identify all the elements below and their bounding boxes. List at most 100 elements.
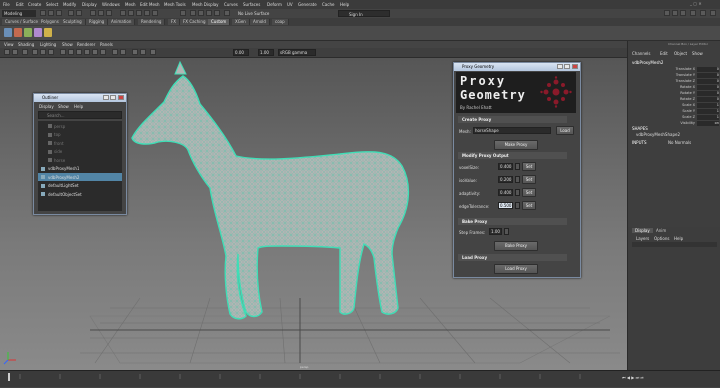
- shelf-tab-coap[interactable]: coap: [272, 19, 289, 25]
- time-slider[interactable]: ⏮ ◀ ▶ ⏭ ⏯: [0, 370, 720, 387]
- magnet-icon[interactable]: [224, 10, 230, 16]
- xray-icon[interactable]: [112, 49, 118, 55]
- load-proxy-button[interactable]: Load Proxy: [494, 264, 538, 274]
- toggle-layout-icon[interactable]: [710, 10, 716, 16]
- undo-icon[interactable]: [68, 10, 74, 16]
- render-settings-icon[interactable]: [206, 10, 212, 16]
- wireframe-on-shaded-icon[interactable]: [76, 49, 82, 55]
- bake-proxy-section[interactable]: Bake Proxy: [458, 218, 567, 225]
- layer-menu-help[interactable]: Help: [674, 236, 683, 241]
- channel-value[interactable]: 0: [697, 97, 719, 102]
- layer-tab-anim[interactable]: Anim: [656, 228, 666, 233]
- menu-mesh-display[interactable]: Mesh Display: [192, 2, 219, 7]
- modify-proxy-section[interactable]: Modify Proxy Output: [458, 152, 567, 159]
- save-scene-icon[interactable]: [56, 10, 62, 16]
- object-name[interactable]: vdbProxyMesh2: [632, 60, 663, 65]
- menu-surfaces[interactable]: Surfaces: [243, 2, 260, 7]
- shelf-tab-rendering[interactable]: Rendering: [138, 19, 166, 25]
- select-component-icon[interactable]: [106, 10, 112, 16]
- mesh-input[interactable]: horseShape: [473, 127, 551, 134]
- outliner-search-input[interactable]: Search...: [38, 111, 122, 119]
- outliner-menu-help[interactable]: Help: [74, 104, 83, 109]
- bake-proxy-button[interactable]: Bake Proxy: [494, 241, 538, 251]
- channel-value[interactable]: 0: [697, 85, 719, 90]
- panel-menu-renderer[interactable]: Renderer: [77, 42, 95, 47]
- shelf-tool-4-icon[interactable]: [34, 28, 42, 37]
- outliner-item[interactable]: front: [38, 139, 122, 147]
- menu-windows[interactable]: Windows: [102, 2, 120, 7]
- load-proxy-section[interactable]: Load Proxy: [458, 254, 567, 261]
- channel-box-tab-edit[interactable]: Edit: [660, 51, 668, 56]
- outliner-maximize-button[interactable]: [110, 95, 116, 100]
- new-scene-icon[interactable]: [40, 10, 46, 16]
- shelf-tab-custom[interactable]: Custom: [208, 19, 231, 25]
- menu-mesh[interactable]: Mesh: [125, 2, 136, 7]
- proxy-close-button[interactable]: [572, 64, 578, 69]
- toggle-tool-settings-icon[interactable]: [672, 10, 678, 16]
- proxy-maximize-button[interactable]: [564, 64, 570, 69]
- grid-toggle-icon[interactable]: [32, 49, 38, 55]
- channel-box-tab-show[interactable]: Show: [692, 51, 703, 56]
- outliner-item[interactable]: top: [38, 131, 122, 139]
- toggle-attribute-editor-icon[interactable]: [664, 10, 670, 16]
- select-hierarchy-icon[interactable]: [90, 10, 96, 16]
- camera-icon[interactable]: [4, 49, 10, 55]
- smooth-shade-icon[interactable]: [68, 49, 74, 55]
- layer-tab-display[interactable]: Display: [632, 228, 653, 233]
- snap-point-icon[interactable]: [136, 10, 142, 16]
- create-proxy-section[interactable]: Create Proxy: [458, 116, 567, 123]
- menu-uv[interactable]: UV: [287, 2, 293, 7]
- outliner-item[interactable]: vdbProxyMesh2: [38, 173, 122, 181]
- outliner-item[interactable]: horse: [38, 156, 122, 164]
- menu-edit[interactable]: Edit: [16, 2, 24, 7]
- shelf-tab-rigging[interactable]: Rigging: [86, 19, 109, 25]
- menu-mesh-tools[interactable]: Mesh Tools: [164, 2, 186, 7]
- outliner-item[interactable]: defaultLightSet: [38, 182, 122, 190]
- channel-value[interactable]: 1: [697, 115, 719, 120]
- outliner-menu-display[interactable]: Display: [39, 104, 54, 109]
- snap-grid-icon[interactable]: [120, 10, 126, 16]
- snap-surface-icon[interactable]: [152, 10, 158, 16]
- channel-value[interactable]: on: [697, 121, 719, 126]
- shadows-icon[interactable]: [100, 49, 106, 55]
- resolution-gate-icon[interactable]: [48, 49, 54, 55]
- outliner-close-button[interactable]: [118, 95, 124, 100]
- shelf-tab-fx-caching[interactable]: FX Caching: [180, 19, 210, 25]
- lights-icon[interactable]: [92, 49, 98, 55]
- panel-menu-panels[interactable]: Panels: [100, 42, 113, 47]
- menu-file[interactable]: File: [3, 2, 10, 7]
- step-frames-input[interactable]: 1.00: [489, 228, 502, 235]
- param-stepper[interactable]: [515, 202, 520, 209]
- param-set-button[interactable]: Set: [522, 188, 536, 197]
- channel-value[interactable]: 0: [697, 67, 719, 72]
- color-space-select[interactable]: sRGB gamma: [278, 49, 316, 56]
- shape-name[interactable]: vdbProxyMeshShape2: [636, 132, 680, 137]
- film-gate-icon[interactable]: [40, 49, 46, 55]
- load-mesh-button[interactable]: Load: [556, 126, 574, 135]
- antialiasing-icon[interactable]: [140, 49, 146, 55]
- step-frames-stepper[interactable]: [504, 228, 509, 235]
- shelf-tool-3-icon[interactable]: [24, 28, 32, 37]
- channel-box-panel-tabs[interactable]: Channel Box / Layer Editor: [668, 42, 708, 46]
- live-surface-label[interactable]: No Live Surface: [238, 11, 269, 16]
- menu-display[interactable]: Display: [82, 2, 97, 7]
- menu-help[interactable]: Help: [340, 2, 349, 7]
- ambient-occlusion-icon[interactable]: [132, 49, 138, 55]
- textured-icon[interactable]: [84, 49, 90, 55]
- open-scene-icon[interactable]: [48, 10, 54, 16]
- layer-menu-options[interactable]: Options: [654, 236, 669, 241]
- shelf-tool-2-icon[interactable]: [14, 28, 22, 37]
- channel-value[interactable]: 1: [697, 109, 719, 114]
- channel-box-tab-channels[interactable]: Channels: [632, 51, 651, 56]
- shelf-tab-arnold[interactable]: Arnold: [250, 19, 270, 25]
- bookmark-icon[interactable]: [22, 49, 28, 55]
- channel-value[interactable]: 0: [697, 79, 719, 84]
- playback-controls[interactable]: ⏮ ◀ ▶ ⏭ ⏯: [622, 374, 712, 383]
- select-object-icon[interactable]: [98, 10, 104, 16]
- param-input[interactable]: 0.400: [498, 189, 513, 196]
- redo-icon[interactable]: [76, 10, 82, 16]
- menu-curves[interactable]: Curves: [224, 2, 238, 7]
- gamma-field[interactable]: 1.00: [258, 49, 274, 56]
- param-stepper[interactable]: [515, 189, 520, 196]
- shelf-tab-xgen[interactable]: XGen: [232, 19, 250, 25]
